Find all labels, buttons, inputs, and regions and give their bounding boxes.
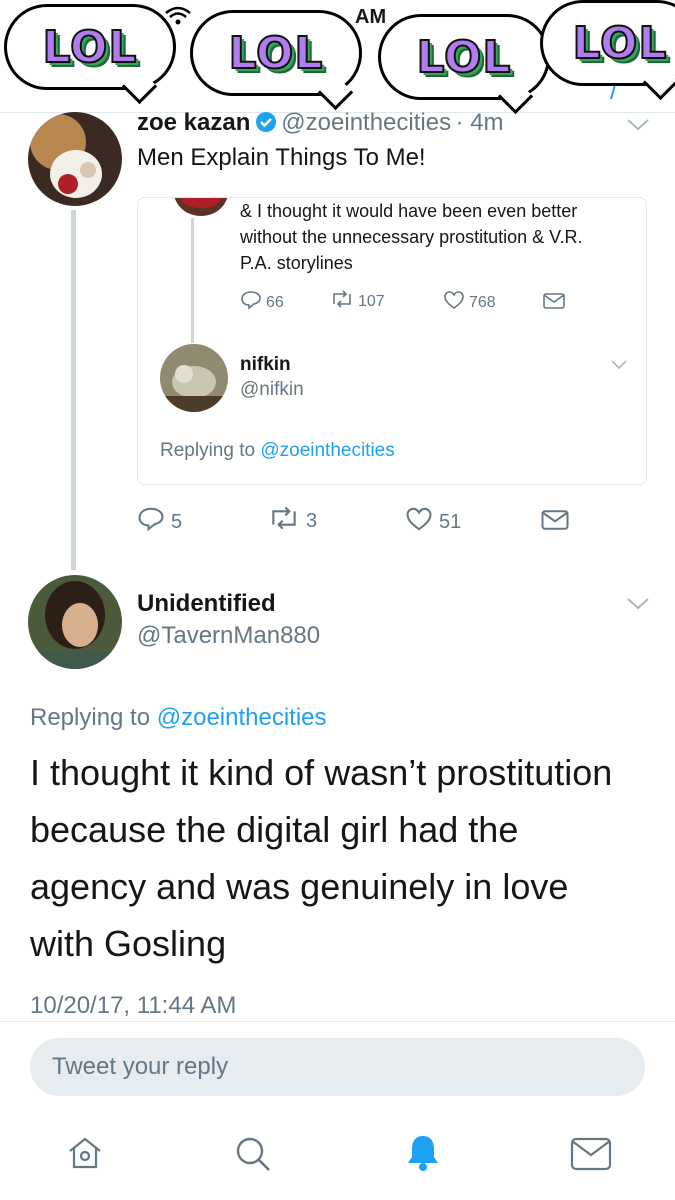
messages-envelope-icon[interactable]: [570, 1137, 612, 1176]
nifkin-avatar[interactable]: [160, 344, 228, 412]
lol-sticker: LOL: [540, 0, 675, 101]
nifkin-replying-line: Replying to @zoeinthecities: [160, 440, 395, 462]
tweet2-text-line: with Gosling: [30, 923, 227, 964]
envelope-icon: [540, 508, 570, 538]
tweet-reply-input[interactable]: Tweet your reply: [30, 1038, 645, 1096]
heart-icon: [405, 506, 433, 538]
tweet1-author-name[interactable]: zoe kazan: [137, 109, 250, 136]
quote-text: & I thought it would have been even bett…: [240, 201, 583, 273]
tweet2-text: I thought it kind of wasn’t prostitution…: [30, 744, 612, 972]
tweet1-chevron-down-icon[interactable]: [626, 112, 650, 138]
tweet1-like-action[interactable]: 51: [405, 506, 461, 538]
tweet1-dm-action[interactable]: [540, 508, 570, 538]
tweet2-replying-prefix: Replying to: [30, 704, 151, 731]
tweet1-reply-action[interactable]: 5: [137, 506, 182, 538]
quote-dm-action[interactable]: [542, 292, 566, 315]
lol-sticker-text: LOL: [42, 21, 138, 74]
quote-like-action[interactable]: 768: [443, 290, 496, 315]
search-icon[interactable]: [234, 1135, 272, 1178]
tweet1-retweet-count: 3: [306, 509, 318, 532]
tweet2-author-name[interactable]: Unidentified: [137, 590, 276, 618]
status-time: AM: [355, 6, 387, 28]
avatar-unidentified[interactable]: [28, 575, 122, 669]
quote-thread-line: [191, 218, 194, 343]
tweet2-timestamp: 10/20/17, 11:44 AM: [30, 992, 237, 1019]
tweet1-time: · 4m: [455, 109, 504, 136]
quote-reply-count: 66: [266, 293, 284, 311]
reply-icon: [240, 290, 262, 315]
tweet1-like-count: 51: [439, 510, 462, 533]
notifications-bell-icon[interactable]: [404, 1133, 442, 1178]
retweet-icon: [330, 290, 354, 313]
nifkin-name[interactable]: nifkin: [240, 354, 291, 376]
avatar-zoe-kazan[interactable]: [28, 112, 122, 206]
tweet1-retweet-action[interactable]: 3: [268, 506, 317, 536]
thread-line: [71, 210, 76, 570]
tweet2-text-line: I thought it kind of wasn’t prostitution: [30, 752, 613, 793]
nifkin-chevron-down-icon[interactable]: [610, 358, 628, 376]
tweet2-text-line: because the digital girl had the: [30, 809, 519, 850]
tweet1-text: Men Explain Things To Me!: [137, 144, 426, 171]
nifkin-handle[interactable]: @nifkin: [240, 379, 304, 401]
quoted-thread-card[interactable]: & I thought it would have been even bett…: [137, 197, 647, 485]
lol-sticker-text: LOL: [416, 31, 512, 84]
retweet-icon: [268, 506, 300, 536]
tab-bar: [0, 1115, 675, 1200]
lol-sticker: LOL: [378, 14, 550, 115]
nifkin-replying-prefix: Replying to: [160, 440, 256, 461]
tweet2-author-handle[interactable]: @TavernMan880: [137, 622, 320, 650]
reply-icon: [137, 506, 165, 538]
lol-sticker: LOL: [190, 10, 362, 111]
quote-avatar: [174, 198, 228, 216]
tweet1-reply-count: 5: [171, 510, 183, 533]
envelope-icon: [542, 292, 566, 315]
nifkin-replying-to-link[interactable]: @zoeinthecities: [260, 440, 394, 461]
home-icon[interactable]: [66, 1135, 104, 1176]
divider: [0, 1021, 675, 1022]
tweet2-replying-to-link[interactable]: @zoeinthecities: [157, 704, 327, 731]
tweet1-author-handle[interactable]: @zoeinthecities: [281, 109, 451, 136]
tweet2-text-line: agency and was genuinely in love: [30, 866, 569, 907]
lol-sticker-text: LOL: [228, 27, 324, 80]
quote-reply-action[interactable]: 66: [240, 290, 284, 315]
tweet1-header: zoe kazan @zoeinthecities · 4m: [137, 109, 504, 138]
quote-retweet-count: 107: [358, 292, 385, 310]
lol-sticker: LOL: [4, 4, 176, 105]
quote-like-count: 768: [469, 293, 496, 311]
quote-retweet-action[interactable]: 107: [330, 290, 385, 313]
verified-badge-icon: [255, 111, 277, 138]
tweet2-chevron-down-icon[interactable]: [626, 597, 650, 616]
heart-icon: [443, 290, 465, 315]
tweet2-replying-line: Replying to @zoeinthecities: [30, 704, 327, 732]
lol-sticker-text: LOL: [572, 17, 668, 70]
